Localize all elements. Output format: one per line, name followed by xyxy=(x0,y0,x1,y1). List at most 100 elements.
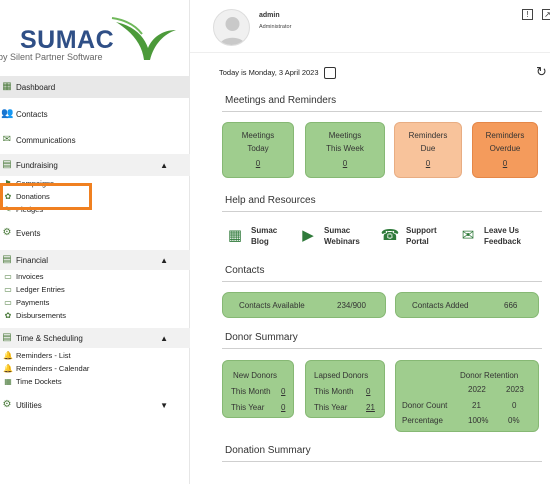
lapsed-donors-title: Lapsed Donors xyxy=(314,371,369,380)
resource-label: Support xyxy=(406,226,437,235)
card-value[interactable]: 0 xyxy=(395,157,461,170)
resource-label: Sumac xyxy=(324,226,351,235)
new-donors-year-value[interactable]: 0 xyxy=(281,401,285,414)
resource-blog[interactable]: ▦ Sumac Blog xyxy=(225,225,277,247)
chevron-down-icon: ▼ xyxy=(160,400,168,410)
nav-contacts[interactable]: 👥 Contacts xyxy=(0,106,190,122)
card-label: Reminders xyxy=(485,131,525,140)
nav-label: Events xyxy=(16,228,41,238)
user-avatar-icon xyxy=(219,17,246,45)
user-name: admin xyxy=(259,12,280,19)
invoices-icon: ▭ xyxy=(4,271,12,281)
reminders-overdue-card[interactable]: Reminders Overdue 0 xyxy=(472,122,538,178)
donor-retention-card[interactable]: Donor Retention 2022 2023 Donor Count 21… xyxy=(395,360,539,432)
dashboard-icon: ▦ xyxy=(2,81,12,92)
highlight-box xyxy=(0,183,92,210)
section-divider xyxy=(222,281,542,282)
section-title-contacts: Contacts xyxy=(225,265,265,276)
chevron-up-icon: ▲ xyxy=(160,333,168,343)
card-value[interactable]: 0 xyxy=(223,157,293,170)
section-title-meetings: Meetings and Reminders xyxy=(225,95,337,106)
nav-label: Invoices xyxy=(16,271,44,281)
nav-events[interactable]: ⚙ Events xyxy=(0,226,190,240)
lapsed-donors-year-label: This Year xyxy=(314,403,348,412)
new-donors-card[interactable]: New Donors This Month 0 This Year 0 xyxy=(222,360,294,418)
lapsed-donors-card[interactable]: Lapsed Donors This Month 0 This Year 21 xyxy=(305,360,385,418)
card-value[interactable]: 0 xyxy=(473,157,537,170)
nav-label: Dashboard xyxy=(16,82,56,92)
refresh-icon[interactable]: ↻ xyxy=(536,64,547,80)
nav-label: Disbursements xyxy=(16,310,67,320)
nav-utilities[interactable]: ⚙ Utilities ▼ xyxy=(0,396,190,414)
communications-icon: ✉ xyxy=(2,134,12,145)
card-label: Today xyxy=(247,144,269,153)
contacts-icon: 👥 xyxy=(1,108,14,119)
nav-financial[interactable]: ▤ Financial ▲ xyxy=(0,250,190,270)
new-donors-title: New Donors xyxy=(233,371,278,380)
time-icon: ▤ xyxy=(2,332,12,343)
retention-year-2023: 2023 xyxy=(506,385,524,394)
blog-icon: ▦ xyxy=(227,227,243,244)
meetings-today-card[interactable]: Meetings Today 0 xyxy=(222,122,294,178)
nav-label: Reminders - List xyxy=(16,350,71,360)
reminders-calendar-icon: 🔔 xyxy=(3,363,13,373)
financial-icon: ▤ xyxy=(2,254,12,265)
resource-webinars[interactable]: ▶ Sumac Webinars xyxy=(298,225,360,247)
card-label: Overdue xyxy=(489,144,521,153)
message-icon[interactable]: ! xyxy=(522,9,533,20)
resource-label: Sumac xyxy=(251,226,278,235)
meetings-week-card[interactable]: Meetings This Week 0 xyxy=(305,122,385,178)
percentage-2023: 0% xyxy=(508,416,520,425)
contacts-available-card[interactable]: Contacts Available 234/900 xyxy=(222,292,386,318)
resource-label: Leave Us xyxy=(484,226,520,235)
brand-tagline: by Silent Partner Software xyxy=(0,52,103,62)
section-title-donor-summary: Donor Summary xyxy=(225,332,298,343)
nav-communications[interactable]: ✉ Communications xyxy=(0,132,190,148)
nav-label: Communications xyxy=(16,135,76,145)
nav-reminders-list[interactable]: 🔔 Reminders - List xyxy=(0,350,71,360)
retention-year-2022: 2022 xyxy=(468,385,486,394)
lapsed-donors-year-value[interactable]: 21 xyxy=(366,401,375,414)
nav-reminders-calendar[interactable]: 🔔 Reminders - Calendar xyxy=(0,363,89,373)
reminders-list-icon: 🔔 xyxy=(3,350,13,360)
contacts-added-label: Contacts Added xyxy=(412,300,469,310)
donor-retention-title: Donor Retention xyxy=(460,371,519,380)
user-role: Administrator xyxy=(259,24,292,30)
section-divider xyxy=(222,461,542,462)
resource-feedback[interactable]: ✉ Leave Us Feedback xyxy=(458,225,521,247)
contacts-added-card[interactable]: Contacts Added 666 xyxy=(395,292,539,318)
resource-label: Blog xyxy=(251,237,269,246)
nav-ledger-entries[interactable]: ▭ Ledger Entries xyxy=(0,284,65,294)
card-value[interactable]: 0 xyxy=(306,157,384,170)
nav-invoices[interactable]: ▭ Invoices xyxy=(0,271,44,281)
nav-fundraising[interactable]: ▤ Fundraising ▲ xyxy=(0,154,190,176)
headset-icon: ☎ xyxy=(380,227,400,244)
donor-count-2022: 21 xyxy=(472,401,481,410)
donor-count-label: Donor Count xyxy=(402,401,448,410)
new-donors-month-value[interactable]: 0 xyxy=(281,385,285,398)
sumac-logo[interactable]: SUMAC by Silent Partner Software xyxy=(0,8,190,68)
nav-label: Ledger Entries xyxy=(16,284,65,294)
avatar[interactable] xyxy=(213,9,250,46)
nav-label: Time Dockets xyxy=(16,376,62,386)
contacts-available-value: 234/900 xyxy=(337,300,366,310)
nav-time-dockets[interactable]: ▦ Time Dockets xyxy=(0,376,62,386)
reminders-due-card[interactable]: Reminders Due 0 xyxy=(394,122,462,178)
webinar-play-icon: ▶ xyxy=(302,227,314,244)
calendar-icon[interactable] xyxy=(324,67,336,79)
sidebar: SUMAC by Silent Partner Software ▦ Dashb… xyxy=(0,0,190,484)
lapsed-donors-month-value[interactable]: 0 xyxy=(366,385,370,398)
payments-icon: ▭ xyxy=(4,297,12,307)
nav-time-scheduling[interactable]: ▤ Time & Scheduling ▲ xyxy=(0,328,190,348)
nav-label: Reminders - Calendar xyxy=(16,363,90,373)
percentage-2022: 100% xyxy=(468,416,489,425)
nav-dashboard[interactable]: ▦ Dashboard xyxy=(0,76,190,98)
nav-label: Fundraising xyxy=(16,160,58,170)
resource-support[interactable]: ☎ Support Portal xyxy=(380,225,437,247)
logout-icon[interactable]: ↗ xyxy=(542,9,550,20)
chevron-up-icon: ▲ xyxy=(160,160,168,170)
card-label: Reminders xyxy=(408,131,448,140)
section-title-resources: Help and Resources xyxy=(225,195,316,206)
nav-payments[interactable]: ▭ Payments xyxy=(0,297,49,307)
nav-disbursements[interactable]: ✿ Disbursements xyxy=(0,310,66,320)
